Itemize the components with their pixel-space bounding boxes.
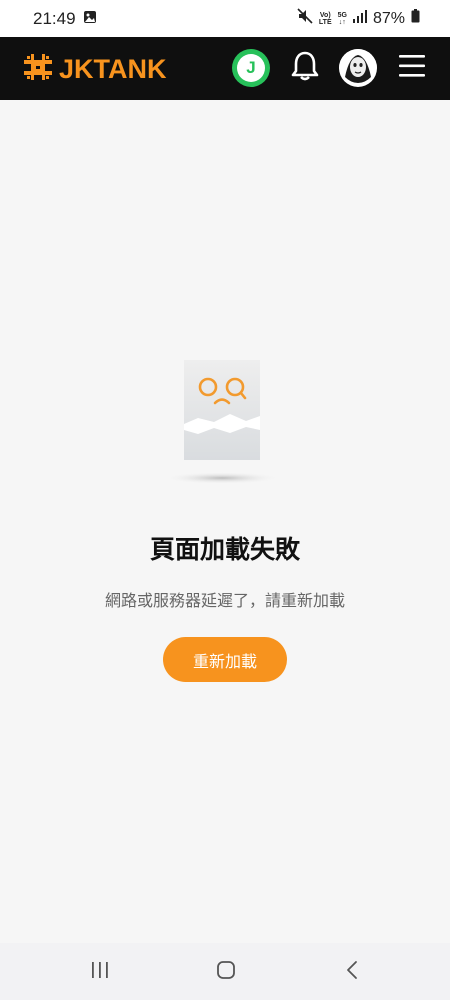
volte-indicator: Vo) LTE	[319, 12, 332, 26]
mute-icon	[297, 8, 313, 29]
battery-percent: 87%	[372, 9, 405, 27]
network-text: 5G	[337, 11, 347, 19]
status-bar: 21:49 Vo) LTE 5G ↓↑ 87%	[0, 0, 450, 37]
reload-button[interactable]: 重新加載	[163, 637, 287, 682]
data-arrows-icon: ↓↑	[338, 18, 346, 26]
system-nav-bar	[0, 943, 450, 1000]
battery-icon	[411, 9, 420, 28]
home-button[interactable]	[211, 959, 241, 985]
error-page: 頁面加載失敗 網路或服務器延遲了，請重新加載 重新加載	[0, 100, 450, 943]
back-button[interactable]	[337, 959, 367, 985]
j-badge-icon: J	[237, 54, 265, 82]
logo-text: JKTANK	[59, 53, 167, 84]
recent-apps-icon	[90, 961, 110, 983]
hamburger-menu-icon	[397, 53, 427, 83]
gallery-notification-icon	[83, 9, 97, 29]
volte-top-text: Vo)	[319, 11, 331, 19]
status-right: Vo) LTE 5G ↓↑ 87%	[297, 8, 420, 29]
error-message: 網路或服務器延遲了，請重新加載	[104, 591, 345, 610]
network-indicator: 5G ↓↑	[338, 12, 347, 26]
menu-button[interactable]	[397, 53, 427, 83]
volte-bottom-text: LTE	[318, 18, 332, 26]
tank-logo-icon	[22, 51, 54, 87]
broken-page-illustration	[164, 358, 280, 488]
status-time: 21:49	[33, 8, 76, 28]
home-icon	[216, 960, 236, 984]
j-badge-button[interactable]: J	[232, 49, 270, 87]
avatar	[339, 49, 377, 87]
avatar-button[interactable]	[339, 49, 377, 87]
recent-apps-button[interactable]	[85, 959, 115, 985]
app-header: JKTANK J	[0, 37, 450, 100]
bell-icon	[290, 50, 320, 86]
jktank-logo[interactable]: JKTANK	[22, 51, 167, 87]
signal-icon	[352, 9, 367, 28]
error-title: 頁面加載失敗	[149, 535, 300, 564]
back-icon	[345, 960, 359, 984]
notifications-button[interactable]	[288, 50, 322, 86]
status-left: 21:49	[33, 9, 97, 29]
j-badge-label: J	[246, 58, 256, 77]
